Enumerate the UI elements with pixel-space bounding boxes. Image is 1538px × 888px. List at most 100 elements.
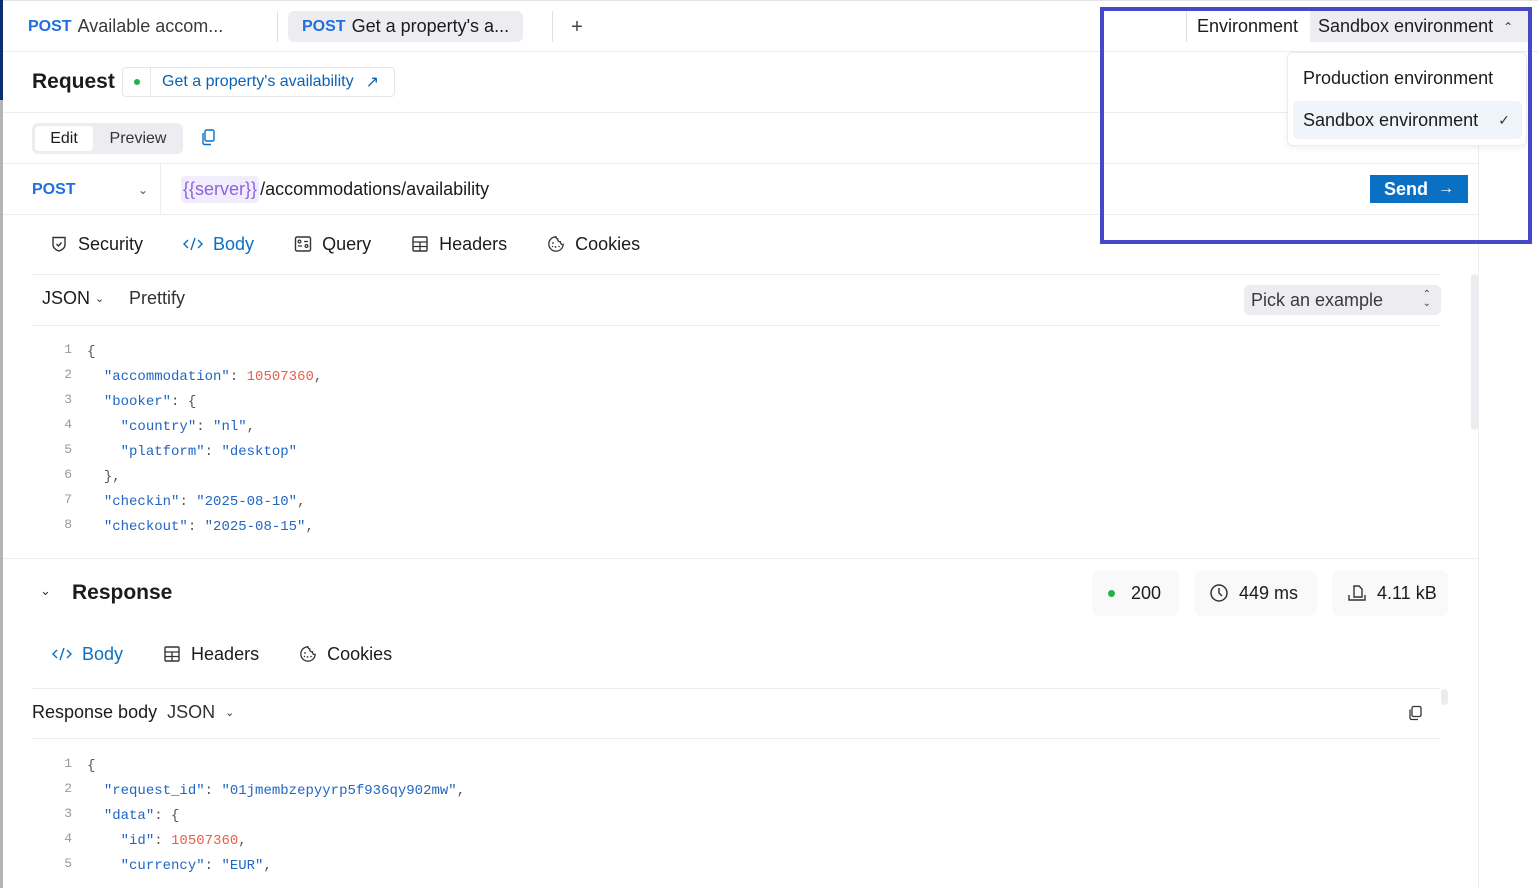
chevron-down-icon: ⌄ bbox=[95, 293, 105, 305]
code-icon bbox=[183, 237, 204, 251]
table-icon bbox=[164, 646, 180, 662]
chevron-up-icon: ⌃ bbox=[1503, 19, 1514, 34]
url-variable: {{server}} bbox=[181, 176, 260, 203]
collapse-response-chevron-icon[interactable]: ⌄ bbox=[40, 583, 51, 599]
response-time: 449 ms bbox=[1239, 582, 1299, 603]
line-number: 2 bbox=[64, 781, 72, 796]
tab-cookies[interactable]: Cookies bbox=[547, 234, 640, 255]
line-number: 1 bbox=[64, 342, 72, 357]
preview-button[interactable]: Preview bbox=[102, 126, 174, 151]
line-number: 5 bbox=[64, 442, 72, 457]
response-body-label: Response body bbox=[32, 702, 158, 722]
query-icon bbox=[294, 236, 312, 252]
body-format-value: JSON bbox=[42, 288, 91, 308]
request-body-editor[interactable]: 1 {2 "accommodation": 10507360, 3 "booker"… bbox=[52, 340, 1432, 550]
tab-label: Security bbox=[78, 233, 144, 254]
send-label: Send bbox=[1383, 178, 1428, 199]
env-option-label: Production environment bbox=[1303, 67, 1494, 88]
code-line: "id": 10507360, bbox=[120, 833, 247, 849]
line-number: 7 bbox=[64, 492, 72, 507]
code-line: "data": { bbox=[103, 808, 180, 824]
request-body-scrollbar[interactable] bbox=[1471, 274, 1478, 430]
status-code: 200 bbox=[1131, 582, 1162, 603]
code-line: }, bbox=[103, 469, 121, 485]
external-link-icon: ↗ bbox=[365, 74, 379, 91]
tab-label: Cookies bbox=[327, 643, 393, 664]
download-file-icon bbox=[1348, 585, 1366, 601]
code-line: "accommodation": 10507360, bbox=[103, 369, 323, 385]
status-dot bbox=[1108, 589, 1115, 597]
chevron-down-icon: ⌄ bbox=[138, 183, 149, 197]
response-tab-headers[interactable]: Headers bbox=[163, 644, 259, 665]
tab-body[interactable]: Body bbox=[183, 234, 254, 255]
code-line: { bbox=[87, 758, 96, 774]
env-option-sandbox[interactable]: Sandbox environment ✓ bbox=[1293, 101, 1522, 139]
tab-method: POST bbox=[28, 17, 72, 35]
tab-label: Available accom... bbox=[77, 16, 224, 36]
cookie-icon bbox=[300, 646, 316, 662]
tab-label: Headers bbox=[191, 643, 260, 664]
left-rail bbox=[0, 0, 3, 888]
operation-link[interactable]: Get a property's availability ↗ bbox=[122, 67, 395, 97]
pick-example-select[interactable]: Pick an example ⌃ ⌄ bbox=[1244, 285, 1441, 315]
response-time-badge: 449 ms bbox=[1194, 570, 1317, 616]
prettify-button[interactable]: Prettify bbox=[129, 288, 185, 309]
code-line: "currency": "EUR", bbox=[120, 858, 272, 874]
tab-label: Headers bbox=[439, 233, 508, 254]
request-title: Request bbox=[32, 70, 115, 93]
response-size: 4.11 kB bbox=[1377, 582, 1437, 603]
tab-label: Body bbox=[213, 233, 255, 254]
clock-icon bbox=[1210, 584, 1228, 602]
method-value: POST bbox=[32, 181, 76, 198]
shield-check-icon bbox=[52, 236, 66, 252]
body-format-select[interactable]: JSON ⌄ bbox=[42, 288, 104, 309]
tab-bar: POST Available accom... POST Get a prope… bbox=[3, 0, 1538, 52]
line-number: 3 bbox=[64, 806, 72, 821]
edit-button[interactable]: Edit bbox=[35, 126, 93, 151]
env-option-label: Sandbox environment bbox=[1303, 109, 1479, 130]
add-tab-button[interactable]: + bbox=[565, 13, 589, 41]
tab-get-property-availability[interactable]: POST Get a property's a... bbox=[288, 11, 524, 42]
line-number: 8 bbox=[64, 517, 72, 532]
status-dot bbox=[133, 79, 140, 85]
line-number: 5 bbox=[64, 856, 72, 871]
send-button[interactable]: Send → bbox=[1370, 175, 1468, 203]
code-line: "request_id": "01jmembzepyyrp5f936qy902m… bbox=[103, 783, 466, 799]
tab-query[interactable]: Query bbox=[294, 234, 371, 255]
code-line: "country": "nl", bbox=[120, 419, 256, 435]
edit-preview-toggle: Edit Preview bbox=[32, 123, 183, 154]
check-icon: ✓ bbox=[1498, 111, 1510, 128]
code-line: "booker": { bbox=[103, 394, 197, 410]
pick-example-placeholder: Pick an example bbox=[1251, 289, 1384, 310]
tab-available-accommodations[interactable]: POST Available accom... bbox=[14, 11, 237, 42]
status-badge: 200 bbox=[1092, 570, 1179, 616]
line-number: 4 bbox=[64, 417, 72, 432]
copy-response-icon[interactable] bbox=[1407, 705, 1423, 721]
response-size-badge: 4.11 kB bbox=[1332, 570, 1448, 616]
tab-method: POST bbox=[302, 17, 346, 35]
line-number: 6 bbox=[64, 467, 72, 482]
code-line: "platform": "desktop" bbox=[120, 444, 298, 460]
tab-headers[interactable]: Headers bbox=[411, 234, 507, 255]
environment-selected: Sandbox environment bbox=[1318, 16, 1494, 36]
response-title: Response bbox=[72, 581, 173, 604]
chevron-up-down-icon: ⌃ ⌄ bbox=[1422, 289, 1431, 309]
env-option-production[interactable]: Production environment bbox=[1293, 59, 1522, 97]
copy-icon[interactable] bbox=[200, 129, 216, 146]
operation-link-text: Get a property's availability bbox=[162, 73, 354, 90]
chevron-down-icon: ⌄ bbox=[225, 707, 235, 719]
line-number: 3 bbox=[64, 392, 72, 407]
environment-select[interactable]: Sandbox environment ⌃ bbox=[1310, 11, 1530, 42]
response-format-select[interactable]: JSON bbox=[167, 702, 215, 723]
response-tab-body[interactable]: Body bbox=[52, 644, 123, 665]
environment-menu: Production environment Sandbox environme… bbox=[1287, 52, 1527, 146]
request-tabs: Security Body Query Headers Cookies bbox=[50, 230, 680, 258]
method-select[interactable]: POST ⌄ bbox=[32, 178, 152, 202]
url-input[interactable]: {{server}} /accommodations/availability bbox=[181, 176, 489, 203]
tab-security[interactable]: Security bbox=[50, 234, 143, 255]
response-tabs: Body Headers Cookies bbox=[52, 640, 432, 668]
response-body-scrollbar[interactable] bbox=[1441, 689, 1448, 705]
code-line: { bbox=[87, 344, 96, 360]
response-tab-cookies[interactable]: Cookies bbox=[299, 644, 392, 665]
code-icon bbox=[52, 647, 72, 661]
